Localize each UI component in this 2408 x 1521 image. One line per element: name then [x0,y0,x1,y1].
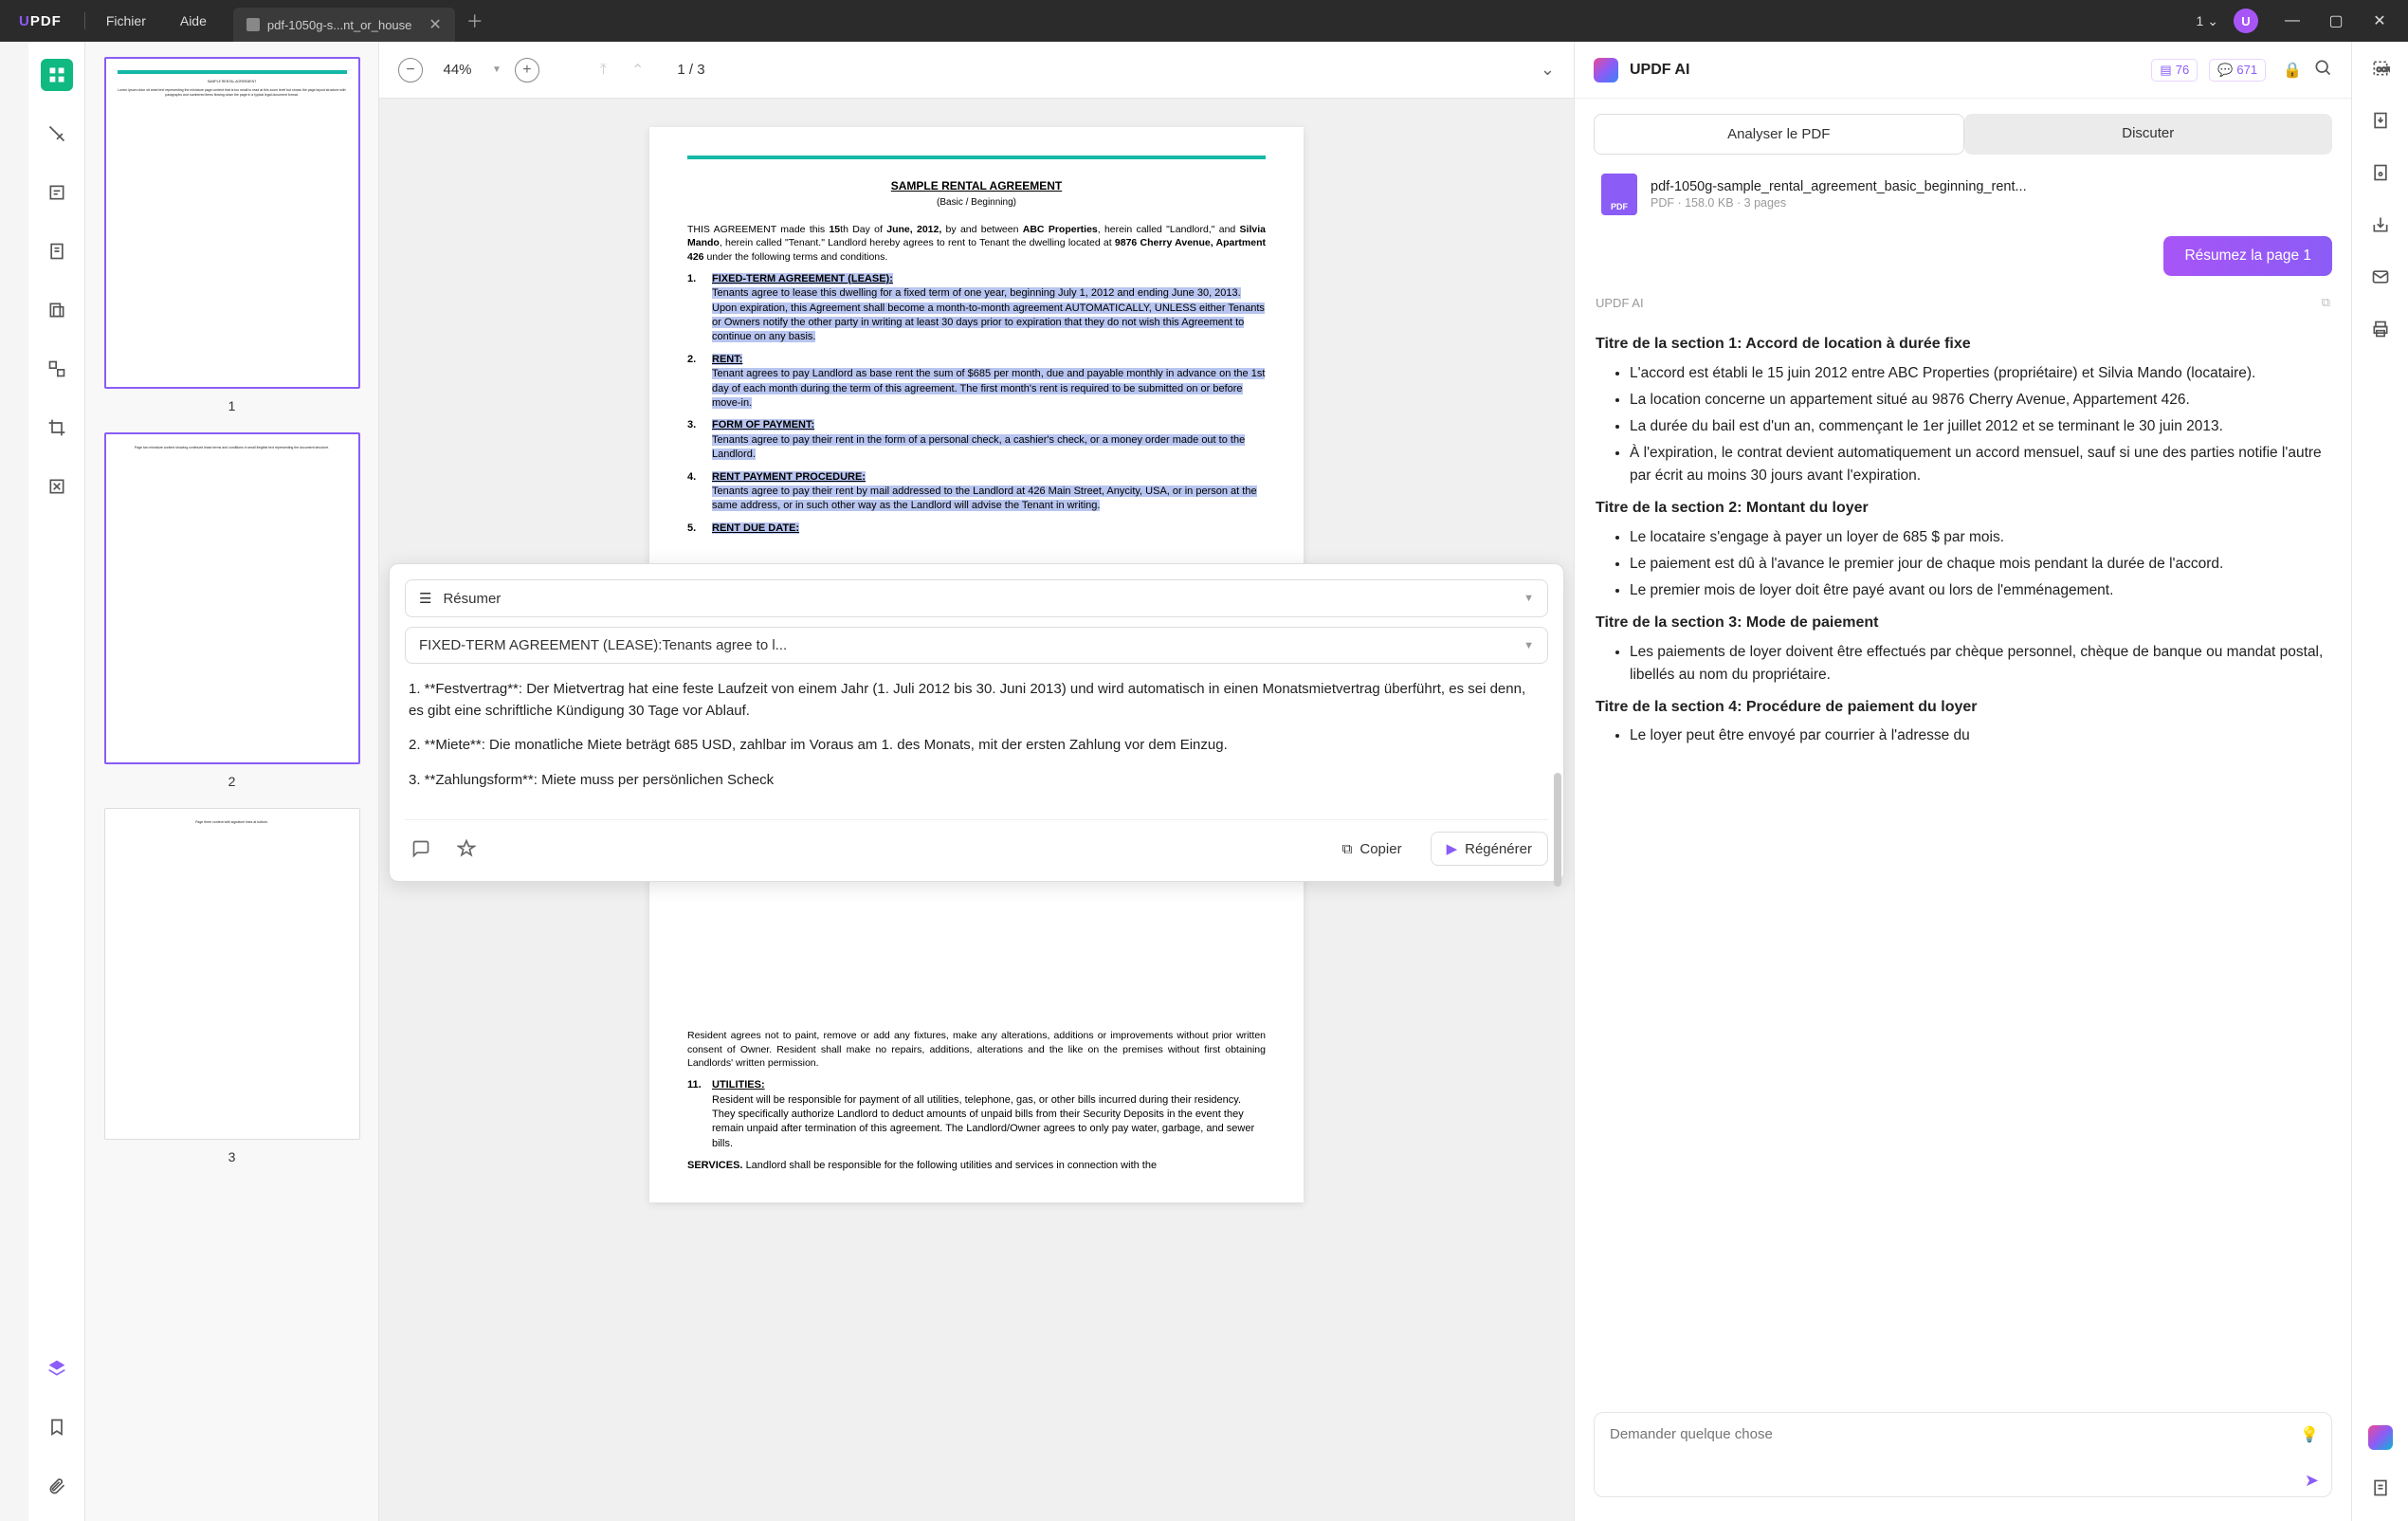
thumbnails-tool[interactable] [41,59,73,91]
updf-ai-logo-icon [1594,58,1618,82]
ai-section-label: UPDF AI [1596,296,1644,310]
note-icon[interactable] [405,833,437,865]
zoom-out-button[interactable]: − [398,58,423,82]
doc-subtitle: (Basic / Beginning) [687,196,1266,210]
popup-mode-select[interactable]: ☰ Résumer ▼ [405,579,1548,617]
more-tool[interactable] [2371,1478,2390,1502]
pdf-file-icon: PDF [1601,174,1637,215]
file-meta: PDF · 158.0 KB · 3 pages [1651,196,2325,210]
zoom-in-button[interactable]: + [515,58,539,82]
tab-close-icon[interactable]: ✕ [429,15,441,34]
comment-tool[interactable] [41,118,73,150]
first-page-button[interactable]: ⤒ [594,62,612,79]
thumb-label-2: 2 [100,774,363,789]
organize-tool[interactable] [41,353,73,385]
protect-tool[interactable] [2371,163,2390,187]
tab-analyze-pdf[interactable]: Analyser le PDF [1594,114,1964,155]
edit-tool[interactable] [41,176,73,209]
file-info-row: PDF pdf-1050g-sample_rental_agreement_ba… [1594,166,2332,223]
copy-button[interactable]: ⧉ Copier [1327,834,1417,865]
attachment-tool[interactable] [41,1470,73,1502]
zoom-value[interactable]: 44% [436,62,479,78]
menu-file[interactable]: Fichier [89,13,163,28]
user-avatar[interactable]: U [2234,9,2258,33]
page-thumbnail-1[interactable]: SAMPLE RENTAL AGREEMENTLorem ipsum dolor… [104,57,360,389]
page-thumbnail-2[interactable]: Page two miniature content showing conti… [104,432,360,764]
export-tool[interactable] [2371,111,2390,135]
left-sidebar [28,42,85,1521]
page-indicator[interactable]: 1 / 3 [663,57,719,82]
ai-response-content: Titre de la section 1: Accord de locatio… [1575,316,2351,1399]
zoom-dropdown-icon[interactable]: ▼ [492,64,502,75]
summary-popup: ☰ Résumer ▼ FIXED-TERM AGREEMENT (LEASE)… [389,563,1564,882]
credit-badge-2[interactable]: 💬671 [2209,59,2266,82]
tab-chat[interactable]: Discuter [1964,114,2333,155]
popup-summary-text: 1. **Festvertrag**: Der Mietvertrag hat … [405,673,1548,810]
tab-title: pdf-1050g-s...nt_or_house [267,18,412,32]
file-name: pdf-1050g-sample_rental_agreement_basic_… [1651,179,2325,194]
redact-tool[interactable] [41,470,73,503]
thumb-label-3: 3 [100,1149,363,1164]
document-viewer: − 44% ▼ + ⤒ ⌃ 1 / 3 ⌄ SAMPLE RENTAL AGRE… [379,42,1574,1521]
chat-icon: 💬 [2217,63,2233,78]
credit-badge-1[interactable]: ▤76 [2151,59,2198,82]
list-icon: ☰ [419,590,431,607]
page-tool[interactable] [41,235,73,267]
notification-indicator[interactable]: 1 ⌄ [2196,13,2218,29]
send-button[interactable]: ➤ [2305,1471,2319,1491]
share-tool[interactable] [2371,215,2390,239]
thumbnail-panel: SAMPLE RENTAL AGREEMENTLorem ipsum dolor… [85,42,379,1521]
ocr-tool[interactable]: OCR [2371,59,2390,82]
regenerate-button[interactable]: ▶ Régénérer [1431,832,1548,866]
popup-text-select[interactable]: FIXED-TERM AGREEMENT (LEASE):Tenants agr… [405,627,1548,664]
svg-text:OCR: OCR [2376,66,2389,73]
suggestion-icon[interactable]: 💡 [2300,1425,2319,1444]
thumb-label-1: 1 [100,398,363,413]
dropdown-arrow-icon: ▼ [1523,593,1534,604]
highlight-icon[interactable] [450,833,483,865]
tab-pdf-icon [246,18,260,31]
prev-page-button[interactable]: ⌃ [626,61,649,80]
ai-panel-title: UPDF AI [1630,62,1689,79]
ai-panel: UPDF AI ▤76 💬671 🔒 Analyser le PDF Discu… [1574,42,2351,1521]
ai-assistant-icon[interactable] [2368,1425,2393,1450]
new-tab-button[interactable]: ＋ [466,9,483,33]
menu-help[interactable]: Aide [163,13,224,28]
page-thumbnail-3[interactable]: Page three content with signature lines … [104,808,360,1140]
bookmark-tool[interactable] [41,1411,73,1443]
expand-down-icon[interactable]: ⌄ [1541,60,1555,80]
print-tool[interactable] [2371,320,2390,343]
summarize-page-button[interactable]: Résumez la page 1 [2163,236,2332,276]
document-toolbar: − 44% ▼ + ⤒ ⌃ 1 / 3 ⌄ [379,42,1574,99]
app-logo: UPDF [0,13,81,29]
play-icon: ▶ [1447,840,1458,857]
chevron-down-icon: ⌄ [2207,13,2218,29]
document-tab[interactable]: pdf-1050g-s...nt_or_house ✕ [233,8,455,42]
popup-scrollbar[interactable] [1554,773,1561,887]
maximize-button[interactable]: ▢ [2317,2,2355,40]
layers-tool[interactable] [41,1352,73,1384]
minimize-button[interactable]: — [2273,2,2311,40]
right-sidebar: OCR [2351,42,2408,1521]
dropdown-arrow-icon: ▼ [1523,640,1534,651]
titlebar: UPDF Fichier Aide pdf-1050g-s...nt_or_ho… [0,0,2408,42]
copy-icon: ⧉ [1342,841,1353,857]
doc-intro: THIS AGREEMENT made this 15th Day of Jun… [687,223,1266,265]
search-icon[interactable] [2313,58,2332,82]
doc-icon: ▤ [2160,63,2171,78]
email-tool[interactable] [2371,267,2390,291]
copy-response-icon[interactable]: ⧉ [2322,295,2330,310]
form-tool[interactable] [41,294,73,326]
close-button[interactable]: ✕ [2361,2,2399,40]
lock-icon[interactable]: 🔒 [2283,61,2302,80]
doc-title: SAMPLE RENTAL AGREEMENT [687,178,1266,194]
ai-chat-input[interactable] [1594,1412,2332,1497]
crop-tool[interactable] [41,412,73,444]
